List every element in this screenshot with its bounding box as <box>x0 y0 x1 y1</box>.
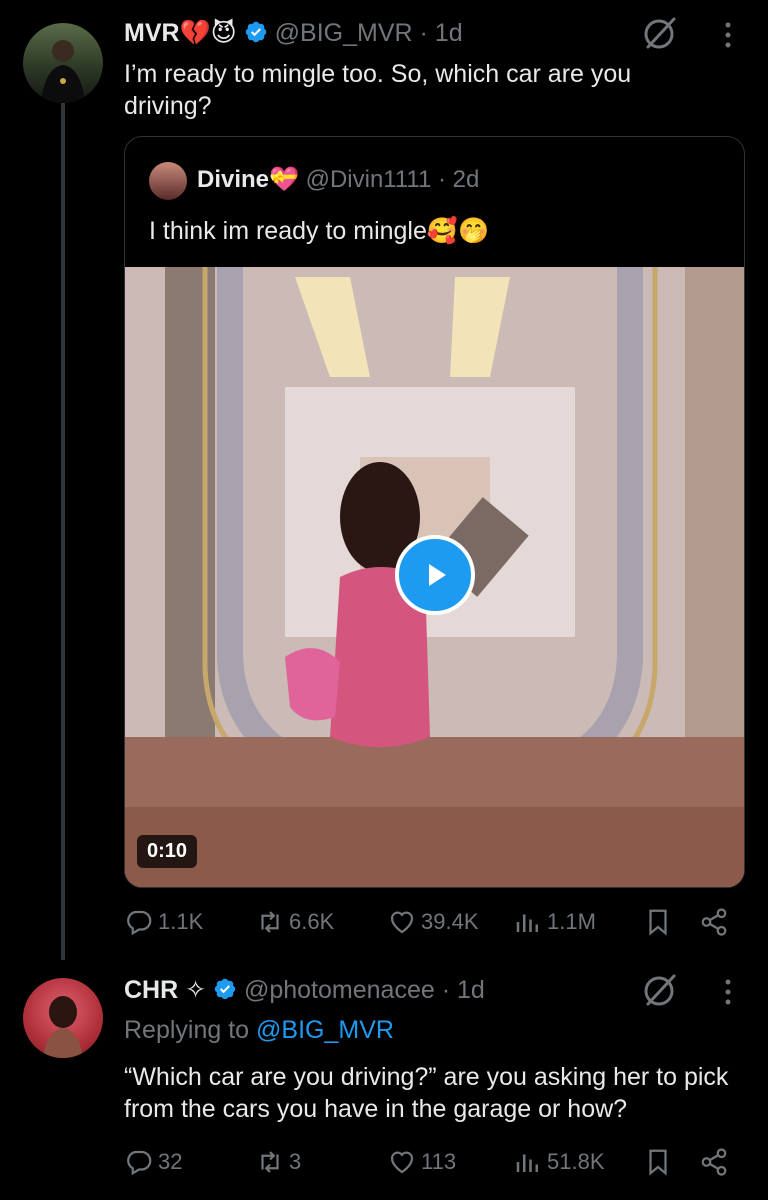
reply-count: 1.1K <box>158 909 204 934</box>
more-icon[interactable] <box>721 18 735 52</box>
bookmark-icon <box>649 1149 667 1176</box>
more-icon[interactable] <box>721 975 735 1009</box>
repost-count: 3 <box>289 1149 302 1174</box>
grok-icon[interactable] <box>640 970 680 1010</box>
display-name[interactable]: MVR💔😈 <box>124 19 237 47</box>
replying-to: Replying to @BIG_MVR <box>124 1016 394 1045</box>
handle[interactable]: @photomenacee <box>244 976 435 1004</box>
repost-icon <box>261 1151 279 1173</box>
views-count: 1.1M <box>547 909 596 934</box>
share-icon <box>701 1148 727 1176</box>
quote-header: Divine💝 @Divin1111 · 2d <box>197 165 479 194</box>
views-button[interactable]: 51.8K <box>513 1147 605 1177</box>
thread-line <box>61 100 65 960</box>
share-icon <box>701 908 727 936</box>
tweet-text: I’m ready to mingle too. So, which car a… <box>124 60 632 120</box>
repost-count: 6.6K <box>289 909 335 934</box>
handle[interactable]: @BIG_MVR <box>275 19 413 47</box>
grok-icon[interactable] <box>640 13 680 53</box>
quote-timestamp: · 2d <box>438 166 480 193</box>
like-button[interactable]: 39.4K <box>387 907 479 937</box>
share-button[interactable] <box>699 907 729 937</box>
tweet1-header: MVR💔😈 @BIG_MVR · 1d <box>124 18 463 52</box>
video-duration: 0:10 <box>137 835 198 868</box>
share-button[interactable] <box>699 1147 729 1177</box>
repost-icon <box>261 911 279 933</box>
like-icon <box>390 1151 414 1174</box>
display-name[interactable]: CHR ✧ <box>124 976 206 1004</box>
bookmark-icon <box>649 909 667 936</box>
verified-badge-icon <box>214 978 236 1000</box>
bookmark-button[interactable] <box>643 1147 673 1177</box>
tweet-text: “Which car are you driving?” are you ask… <box>124 1063 729 1123</box>
quote-handle: @Divin1111 <box>305 166 432 193</box>
play-icon <box>429 564 446 586</box>
views-count: 51.8K <box>547 1149 605 1174</box>
tweet2-header: CHR ✧ @photomenacee · 1d <box>124 975 485 1009</box>
quote-display-name: Divine💝 <box>197 166 299 193</box>
replying-label: Replying to <box>124 1016 250 1044</box>
reply-button[interactable]: 32 <box>124 1147 182 1177</box>
views-icon <box>516 1154 538 1172</box>
quote-text: I think im ready to mingle🥰🤭 <box>149 217 490 245</box>
avatar[interactable] <box>23 978 103 1058</box>
like-icon <box>390 911 414 934</box>
views-icon <box>516 914 538 932</box>
reply-icon <box>127 910 152 936</box>
repost-button[interactable]: 6.6K <box>255 907 334 937</box>
play-button[interactable] <box>395 535 475 615</box>
reply-icon <box>127 1150 152 1176</box>
video-player[interactable]: 0:10 <box>125 267 744 887</box>
quoted-tweet[interactable]: Divine💝 @Divin1111 · 2d I think im ready… <box>124 136 745 888</box>
like-count: 113 <box>421 1149 457 1174</box>
reply-button[interactable]: 1.1K <box>124 907 203 937</box>
timestamp[interactable]: · 1d <box>420 19 463 47</box>
reply-count: 32 <box>158 1149 183 1174</box>
views-button[interactable]: 1.1M <box>513 907 596 937</box>
verified-badge-icon <box>245 21 266 43</box>
timestamp[interactable]: · 1d <box>442 976 485 1004</box>
replying-handle-link[interactable]: @BIG_MVR <box>256 1016 394 1044</box>
repost-button[interactable]: 3 <box>255 1147 301 1177</box>
like-button[interactable]: 113 <box>387 1147 456 1177</box>
like-count: 39.4K <box>421 909 479 934</box>
quote-avatar[interactable] <box>149 162 187 200</box>
bookmark-button[interactable] <box>643 907 673 937</box>
avatar[interactable] <box>23 23 103 103</box>
